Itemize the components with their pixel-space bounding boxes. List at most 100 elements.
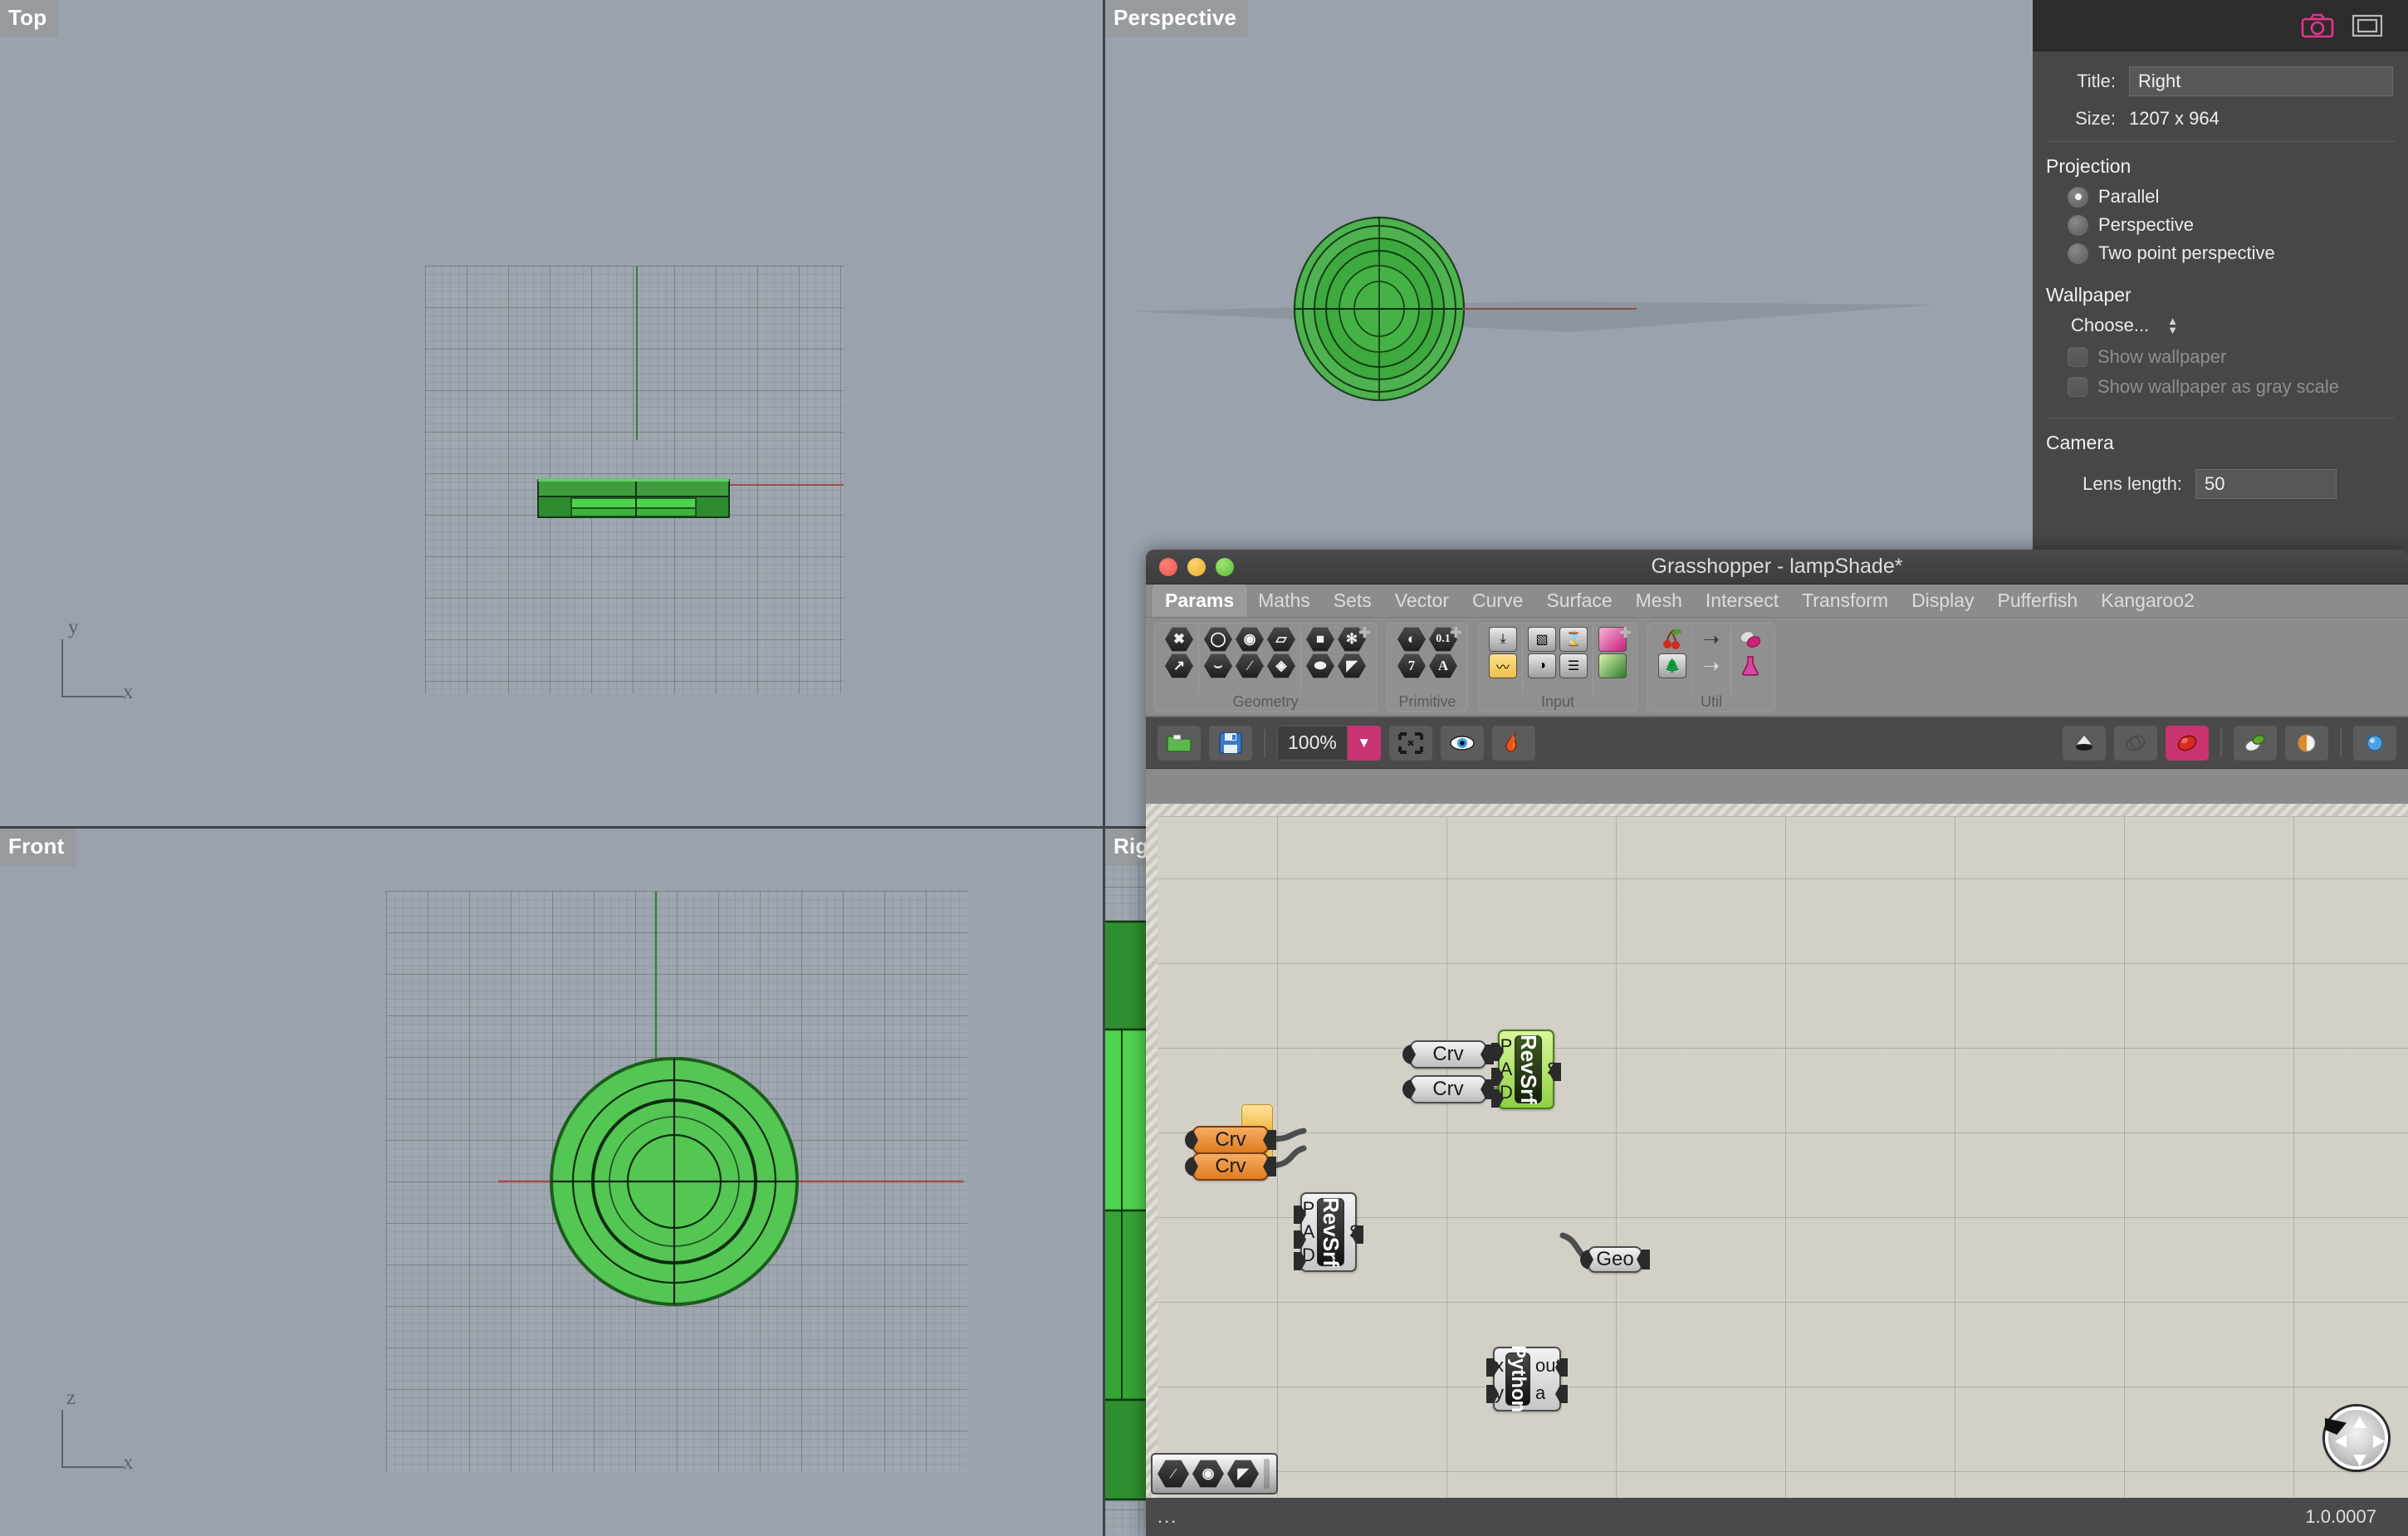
value-list-icon[interactable]: ☰ bbox=[1559, 653, 1588, 678]
flask-icon[interactable] bbox=[1736, 653, 1764, 678]
surface-icon[interactable]: ◉ bbox=[1236, 627, 1264, 652]
widget-button[interactable] bbox=[2353, 725, 2396, 761]
param-crv-top-2[interactable]: Crv bbox=[1402, 1075, 1494, 1103]
bake-button[interactable] bbox=[1491, 725, 1535, 761]
ribbon-group-label-primitive: Primitive bbox=[1398, 693, 1456, 710]
data-tree-icon[interactable]: 🌲 bbox=[1658, 653, 1686, 678]
preview-mesh-button[interactable] bbox=[2166, 725, 2209, 761]
face-param-icon[interactable]: ◤ bbox=[1227, 1460, 1259, 1488]
cluster-icon[interactable] bbox=[1736, 627, 1764, 652]
gradient-sketch-icon[interactable]: 〰 bbox=[1489, 653, 1517, 678]
zoom-level-value[interactable]: 100% bbox=[1277, 725, 1348, 761]
cherry-icon[interactable] bbox=[1658, 627, 1686, 652]
grasshopper-titlebar[interactable]: Grasshopper - lampShade* bbox=[1146, 550, 2408, 585]
expand-icon[interactable]: ✚ bbox=[1450, 624, 1462, 642]
tab-display[interactable]: Display bbox=[1900, 585, 1985, 617]
radio-parallel-indicator[interactable] bbox=[2068, 186, 2088, 208]
number-slider-icon[interactable]: ⤓ bbox=[1489, 627, 1517, 652]
component-revsrf-mid[interactable]: P A D RevSrf S bbox=[1294, 1192, 1363, 1272]
viewport-top[interactable]: Top y x bbox=[0, 0, 1103, 826]
grasshopper-canvas[interactable]: Crv Crv P A D RevSrf S bbox=[1146, 804, 2408, 1498]
tab-sets[interactable]: Sets bbox=[1322, 585, 1383, 617]
tab-surface[interactable]: Surface bbox=[1534, 585, 1623, 617]
knob-icon[interactable]: ◑ bbox=[1528, 653, 1556, 678]
svg-text:✖: ✖ bbox=[1407, 739, 1414, 749]
radio-parallel[interactable]: Parallel bbox=[2033, 186, 2408, 214]
grasshopper-window[interactable]: Grasshopper - lampShade* Params Maths Se… bbox=[1146, 550, 2408, 1536]
wallpaper-choose-dropdown[interactable]: Choose... ▲ ▼ bbox=[2033, 315, 2408, 346]
component-revsrf-top[interactable]: P A D RevSrf S bbox=[1491, 1030, 1561, 1109]
material-preview-button[interactable] bbox=[2285, 725, 2328, 761]
line-param-icon[interactable]: ∕ bbox=[1158, 1460, 1189, 1488]
output-port[interactable] bbox=[1263, 1130, 1276, 1150]
component-python[interactable]: x y Python out a bbox=[1486, 1345, 1568, 1413]
box-icon[interactable]: ■ bbox=[1306, 627, 1334, 652]
expand-icon[interactable]: ✚ bbox=[1358, 624, 1371, 642]
title-input[interactable]: Right bbox=[2129, 66, 2393, 96]
lens-length-input[interactable]: 50 bbox=[2195, 469, 2337, 499]
boolean-toggle-icon[interactable]: ▧ bbox=[1528, 627, 1556, 652]
grasshopper-ribbon[interactable]: ✖ ↗ ◯ ⌣ ◉ ∕ ▱ ◈ ■ ⬬ ✻ ◤ Geometry ✚ ◐ 7 0… bbox=[1146, 618, 2408, 717]
checkbox-show-wallpaper-box[interactable] bbox=[2068, 347, 2087, 367]
tab-pufferfish[interactable]: Pufferfish bbox=[1985, 585, 2089, 617]
tab-curve[interactable]: Curve bbox=[1461, 585, 1534, 617]
geometry-x-icon[interactable]: ✖ bbox=[1165, 627, 1193, 652]
sketch-preview-button[interactable] bbox=[2234, 725, 2277, 761]
button-icon[interactable]: ⌛ bbox=[1559, 627, 1588, 652]
output-port[interactable] bbox=[1263, 1157, 1276, 1176]
jump-icon[interactable]: ➝ bbox=[1697, 653, 1725, 678]
param-crv-top-1[interactable]: Crv bbox=[1402, 1040, 1494, 1069]
arc-icon[interactable]: ⌣ bbox=[1204, 653, 1232, 678]
checkbox-show-wallpaper-gray[interactable]: Show wallpaper as gray scale bbox=[2033, 376, 2408, 406]
grasshopper-toolbar[interactable]: 100% ▼ ✖ bbox=[1146, 717, 2408, 769]
wireframe-preview-button[interactable] bbox=[2114, 725, 2157, 761]
viewport-divider-vertical[interactable] bbox=[1103, 0, 1105, 1536]
param-crv-mid-2[interactable]: Crv bbox=[1185, 1152, 1276, 1181]
toolbar-grip[interactable] bbox=[1264, 1459, 1270, 1489]
tab-maths[interactable]: Maths bbox=[1246, 585, 1322, 617]
open-file-button[interactable] bbox=[1158, 725, 1201, 761]
chevron-down-icon[interactable]: ▼ bbox=[1347, 725, 1381, 761]
plane-icon[interactable]: ▱ bbox=[1267, 627, 1295, 652]
tab-params[interactable]: Params bbox=[1153, 584, 1247, 617]
output-port[interactable] bbox=[1637, 1250, 1650, 1269]
viewport-front[interactable]: Front z x bbox=[0, 829, 1103, 1536]
radio-perspective-indicator[interactable] bbox=[2068, 214, 2088, 236]
face-icon[interactable]: ◤ bbox=[1338, 653, 1366, 678]
camera-icon[interactable] bbox=[2298, 9, 2337, 42]
line-icon[interactable]: ∕ bbox=[1236, 653, 1264, 678]
tab-vector[interactable]: Vector bbox=[1383, 585, 1461, 617]
chevron-updown-icon[interactable]: ▲ ▼ bbox=[2167, 316, 2178, 335]
zoom-level-control[interactable]: 100% ▼ bbox=[1277, 725, 1381, 761]
geometry-arrow-icon[interactable]: ↗ bbox=[1165, 653, 1193, 678]
tab-kangaroo2[interactable]: Kangaroo2 bbox=[2089, 585, 2206, 617]
tab-mesh[interactable]: Mesh bbox=[1624, 585, 1694, 617]
surface-param-icon[interactable]: ◉ bbox=[1192, 1460, 1224, 1488]
shaded-preview-button[interactable] bbox=[2063, 725, 2106, 761]
radio-two-point-indicator[interactable] bbox=[2068, 242, 2088, 264]
radio-perspective[interactable]: Perspective bbox=[2033, 214, 2408, 242]
grasshopper-ribbon-tabs[interactable]: Params Maths Sets Vector Curve Surface M… bbox=[1146, 584, 2408, 618]
save-file-button[interactable] bbox=[1209, 725, 1252, 761]
circle-icon[interactable]: ◯ bbox=[1204, 627, 1232, 652]
boolean-icon[interactable]: ◐ bbox=[1397, 627, 1426, 652]
param-geo[interactable]: Geo bbox=[1580, 1246, 1650, 1273]
brep-icon[interactable]: ⬬ bbox=[1306, 653, 1334, 678]
tab-transform[interactable]: Transform bbox=[1790, 585, 1900, 617]
checkbox-show-wallpaper-gray-box[interactable] bbox=[2068, 377, 2087, 397]
param-crv-mid-1[interactable]: Crv bbox=[1185, 1126, 1276, 1154]
checkbox-show-wallpaper[interactable]: Show wallpaper bbox=[2033, 346, 2408, 376]
relay-icon[interactable]: ➝ bbox=[1697, 627, 1725, 652]
colour-swatch-icon[interactable] bbox=[1598, 653, 1627, 678]
canvas-navigation-compass[interactable] bbox=[2325, 1406, 2388, 1470]
tab-intersect[interactable]: Intersect bbox=[1694, 585, 1790, 617]
text-icon[interactable]: A bbox=[1429, 653, 1457, 678]
canvas-floating-toolbar[interactable]: ∕ ◉ ◤ bbox=[1151, 1453, 1278, 1494]
zoom-extents-button[interactable]: ✖ bbox=[1388, 725, 1432, 761]
expand-icon[interactable]: ✚ bbox=[1619, 624, 1632, 642]
preview-toggle-button[interactable] bbox=[1440, 725, 1484, 761]
point-icon[interactable]: ◈ bbox=[1267, 653, 1295, 678]
radio-two-point-perspective[interactable]: Two point perspective bbox=[2033, 242, 2408, 271]
frame-icon[interactable] bbox=[2348, 9, 2386, 42]
integer-icon[interactable]: 7 bbox=[1397, 653, 1426, 678]
